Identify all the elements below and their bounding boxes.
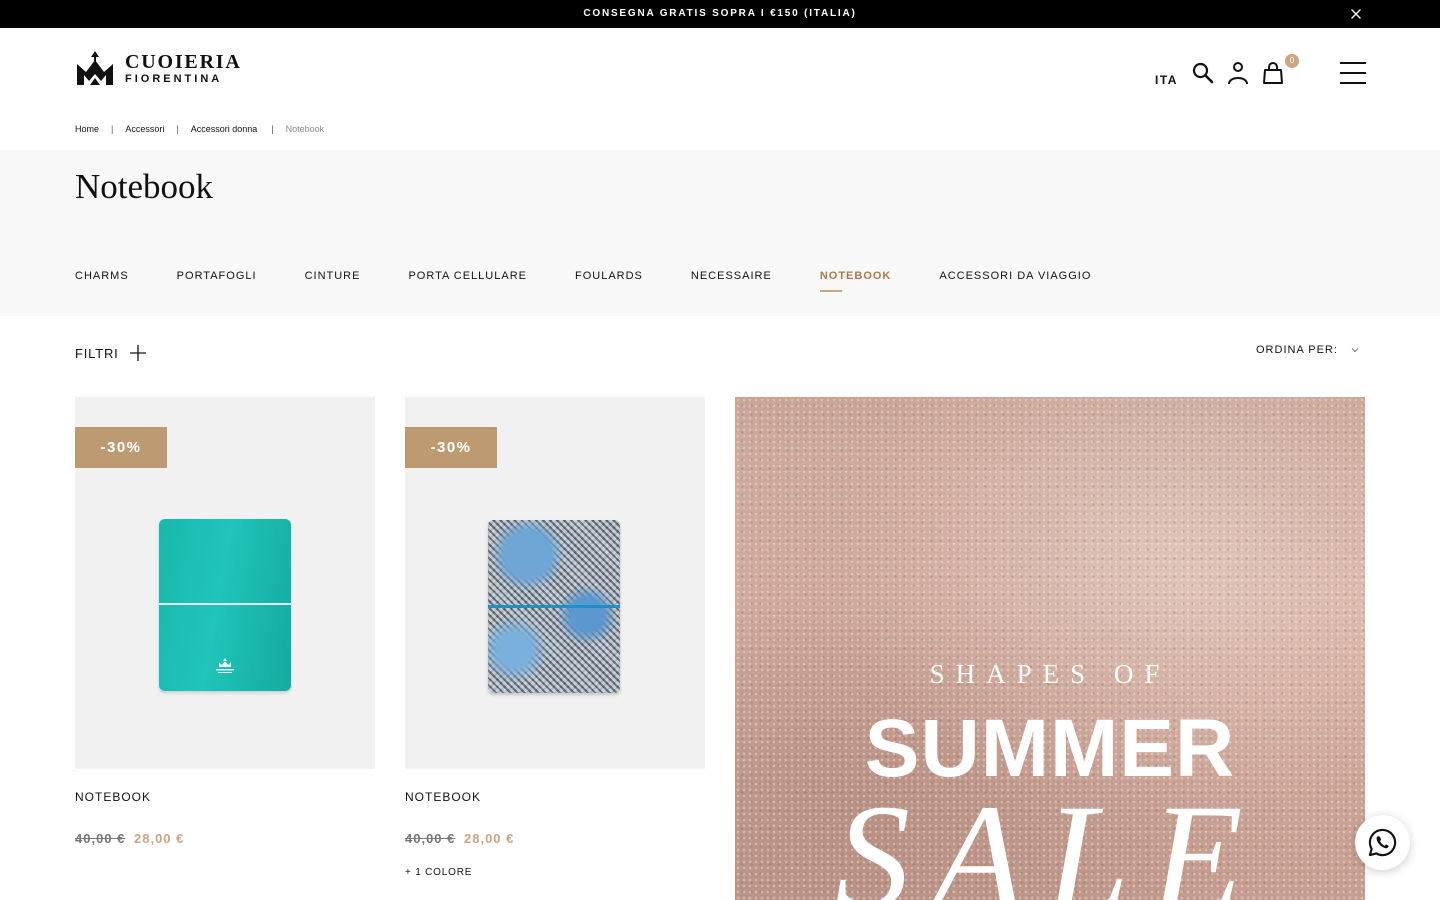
announcement-bar: CONSEGNA GRATIS SOPRA I €150 (ITALIA) [0,0,1440,28]
breadcrumb-separator: | [176,124,179,134]
breadcrumb-current: Notebook [285,124,325,134]
breadcrumb-separator: | [271,124,274,134]
site-logo[interactable]: CUOIERIA FIORENTINA [75,50,242,86]
whatsapp-chat-button[interactable] [1355,815,1410,870]
language-switcher[interactable]: ITA [1155,73,1178,87]
discount-badge: -30% [75,427,167,468]
breadcrumb-separator: | [111,124,114,134]
subnav-item-portafogli[interactable]: PORTAFOGLI [177,270,257,282]
search-icon[interactable] [1191,61,1215,85]
shopping-bag-icon[interactable] [1261,61,1285,85]
category-subnav: CHARMS PORTAFOGLI CINTURE PORTA CELLULAR… [75,270,1139,292]
summer-sale-banner[interactable]: SHAPES OF SUMMER SALE [735,397,1365,900]
filters-label: FILTRI [75,345,119,361]
user-icon[interactable] [1227,61,1249,85]
old-price: 40,00 € [75,831,126,846]
sale-price: 28,00 € [464,831,515,846]
notebook-logo-icon [216,658,234,673]
logo-subtitle: FIORENTINA [125,72,223,85]
product-name[interactable]: NOTEBOOK [405,790,481,804]
discount-badge: -30% [405,427,497,468]
filters-toggle[interactable]: FILTRI [75,344,147,362]
sort-label: ORDINA PER: [1256,344,1338,356]
subnav-item-cinture[interactable]: CINTURE [305,270,361,282]
cart-count-badge: 0 [1285,54,1299,68]
site-header: CUOIERIA FIORENTINA ITA 0 [0,28,1440,120]
subnav-item-notebook[interactable]: NOTEBOOK [819,270,892,292]
logo-wordmark: CUOIERIA [125,50,242,73]
promo-pretitle: SHAPES OF [929,659,1171,689]
product-name[interactable]: NOTEBOOK [75,790,151,804]
python-print-notebook-image [488,520,620,693]
product-image[interactable]: -30% [75,397,375,769]
subnav-item-charms[interactable]: CHARMS [75,270,129,282]
whatsapp-icon [1368,828,1397,857]
breadcrumb-accessori[interactable]: Accessori [125,124,164,134]
sale-price: 28,00 € [134,831,185,846]
page-title: Notebook [75,167,214,206]
product-price: 40,00 € 28,00 € [75,831,184,846]
promo-script-title: SALE [835,774,1265,900]
breadcrumb: Home | Accessori | Accessori donna | Not… [75,124,324,134]
color-variants-link[interactable]: + 1 COLORE [405,867,472,878]
close-icon[interactable] [1348,6,1364,22]
logo-crest-icon [77,51,113,85]
breadcrumb-home[interactable]: Home [75,124,99,134]
subnav-item-foulards[interactable]: FOULARDS [575,270,643,282]
hamburger-menu-icon[interactable] [1340,62,1366,86]
announcement-text: CONSEGNA GRATIS SOPRA I €150 (ITALIA) [583,8,857,19]
breadcrumb-accessori-donna[interactable]: Accessori donna [191,124,258,134]
subnav-item-porta-cellulare[interactable]: PORTA CELLULARE [408,270,527,282]
subnav-item-accessori-da-viaggio[interactable]: ACCESSORI DA VIAGGIO [939,270,1091,282]
plus-icon [129,345,146,361]
product-price: 40,00 € 28,00 € [405,831,514,846]
old-price: 40,00 € [405,831,456,846]
subnav-item-necessaire[interactable]: NECESSAIRE [691,270,772,282]
sort-dropdown[interactable]: ORDINA PER: [1256,344,1360,356]
chevron-down-icon [1351,348,1359,353]
category-header: Notebook CHARMS PORTAFOGLI CINTURE PORTA… [0,150,1440,316]
product-image[interactable]: -30% [405,397,705,769]
teal-notebook-image [159,519,291,691]
